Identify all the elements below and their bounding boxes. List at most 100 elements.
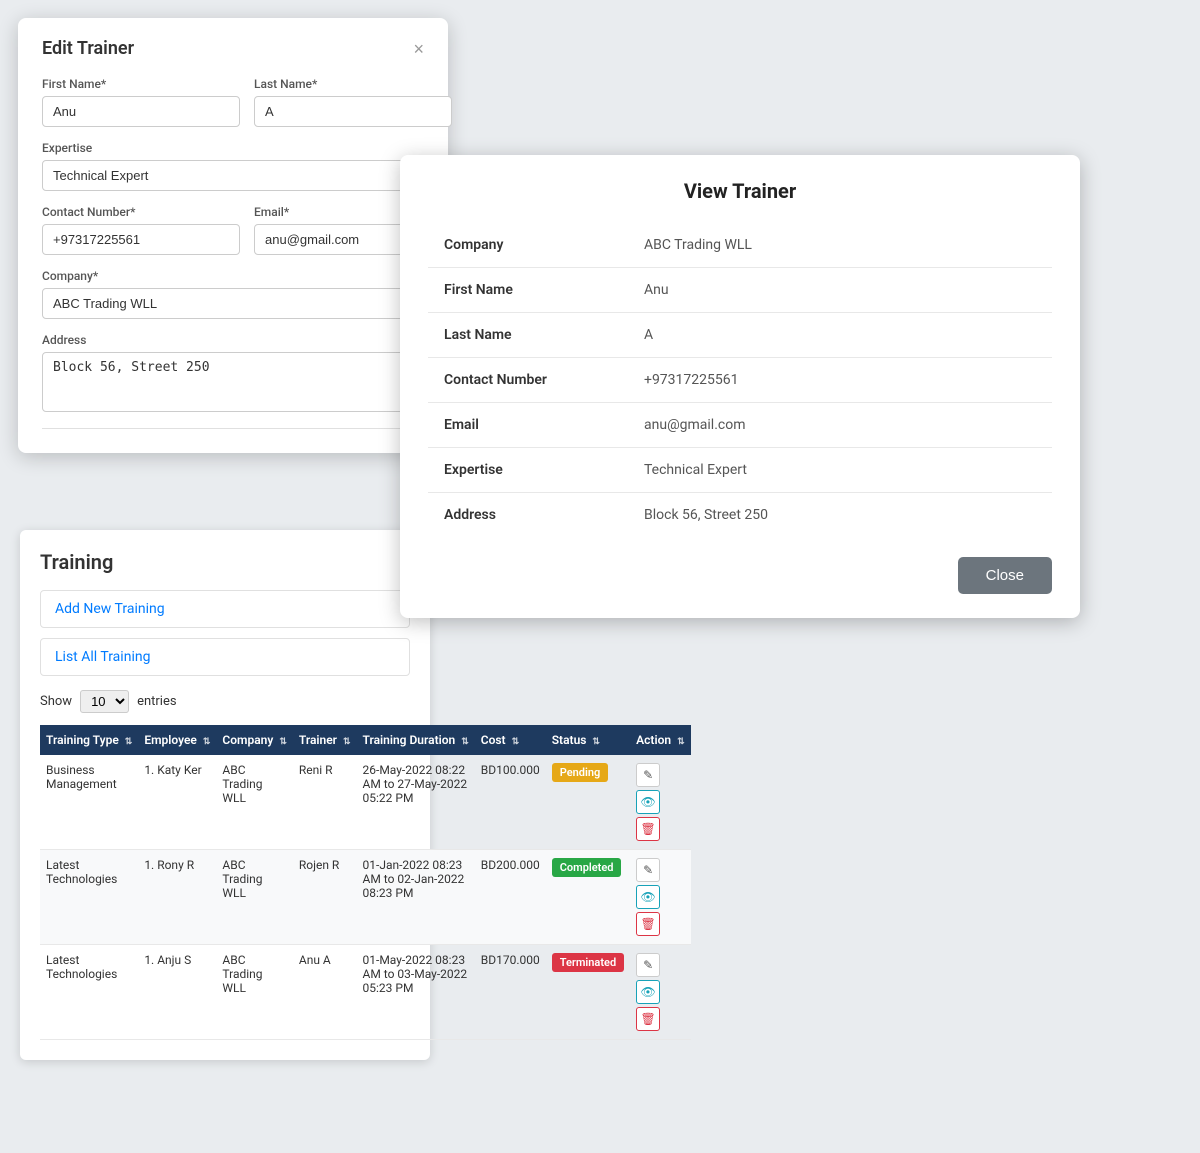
expertise-row: Expertise — [42, 141, 424, 191]
status-badge: Terminated — [552, 953, 624, 972]
expertise-label: Expertise — [42, 141, 424, 155]
cell-status: Completed — [546, 850, 630, 945]
edit-button[interactable]: ✎ — [636, 763, 660, 787]
view-row-label: Expertise — [428, 448, 628, 493]
edit-button[interactable]: ✎ — [636, 858, 660, 882]
last-name-group: Last Name* — [254, 77, 452, 127]
cell-cost: BD170.000 — [475, 945, 546, 1040]
company-group: Company* ABC Trading WLL — [42, 269, 424, 319]
status-badge: Pending — [552, 763, 609, 782]
edit-trainer-modal: Edit Trainer × First Name* Last Name* Ex… — [18, 18, 448, 453]
company-row: Company* ABC Trading WLL — [42, 269, 424, 319]
first-name-group: First Name* — [42, 77, 240, 127]
col-company: Company ⇅ — [216, 725, 292, 755]
delete-button[interactable]: 🗑 — [636, 1007, 660, 1031]
col-employee: Employee ⇅ — [138, 725, 216, 755]
view-table-row: First Name Anu — [428, 268, 1052, 313]
last-name-input[interactable] — [254, 96, 452, 127]
edit-modal-header: Edit Trainer × — [42, 38, 424, 59]
sort-icon-type: ⇅ — [125, 737, 133, 747]
add-new-training-link[interactable]: Add New Training — [40, 590, 410, 628]
delete-button[interactable]: 🗑 — [636, 912, 660, 936]
view-table-row: Company ABC Trading WLL — [428, 223, 1052, 268]
delete-button[interactable]: 🗑 — [636, 817, 660, 841]
contact-label: Contact Number* — [42, 205, 240, 219]
view-row-value: Block 56, Street 250 — [628, 493, 1052, 538]
view-table-row: Address Block 56, Street 250 — [428, 493, 1052, 538]
view-button[interactable]: 👁 — [636, 790, 660, 814]
view-row-value: Technical Expert — [628, 448, 1052, 493]
entries-select[interactable]: 10 25 50 — [80, 690, 129, 713]
expertise-group: Expertise — [42, 141, 424, 191]
show-label: Show — [40, 694, 72, 709]
sort-icon-emp: ⇅ — [203, 737, 211, 747]
view-table-row: Contact Number +97317225561 — [428, 358, 1052, 403]
expertise-input[interactable] — [42, 160, 424, 191]
cell-action: ✎ 👁 🗑 — [630, 945, 690, 1040]
view-trainer-title: View Trainer — [428, 179, 1052, 203]
cell-employee: 1. Katy Ker — [138, 755, 216, 850]
col-trainer: Trainer ⇅ — [293, 725, 357, 755]
view-table-row: Last Name A — [428, 313, 1052, 358]
cell-employee: 1. Anju S — [138, 945, 216, 1040]
address-row: Address Block 56, Street 250 — [42, 333, 424, 412]
company-select-wrapper: ABC Trading WLL — [42, 288, 424, 319]
cell-duration: 26-May-2022 08:22 AM to 27-May-2022 05:2… — [357, 755, 475, 850]
view-row-label: First Name — [428, 268, 628, 313]
cell-action: ✎ 👁 🗑 — [630, 850, 690, 945]
cell-trainer: Rojen R — [293, 850, 357, 945]
cell-status: Terminated — [546, 945, 630, 1040]
cell-duration: 01-May-2022 08:23 AM to 03-May-2022 05:2… — [357, 945, 475, 1040]
view-button[interactable]: 👁 — [636, 980, 660, 1004]
edit-modal-close-button[interactable]: × — [413, 40, 424, 58]
contact-email-row: Contact Number* Email* — [42, 205, 424, 255]
edit-button[interactable]: ✎ — [636, 953, 660, 977]
view-table-row: Expertise Technical Expert — [428, 448, 1052, 493]
action-buttons: ✎ 👁 🗑 — [636, 953, 684, 1031]
status-badge: Completed — [552, 858, 622, 877]
first-name-label: First Name* — [42, 77, 240, 91]
cell-company: ABC Trading WLL — [216, 850, 292, 945]
training-panel: Training Add New Training List All Train… — [20, 530, 430, 1060]
col-cost: Cost ⇅ — [475, 725, 546, 755]
cell-action: ✎ 👁 🗑 — [630, 755, 690, 850]
show-entries-row: Show 10 25 50 entries — [40, 690, 410, 713]
view-row-value: Anu — [628, 268, 1052, 313]
sort-icon-action: ⇅ — [677, 737, 685, 747]
cell-cost: BD200.000 — [475, 850, 546, 945]
sort-icon-cost: ⇅ — [512, 737, 520, 747]
view-row-value: ABC Trading WLL — [628, 223, 1052, 268]
cell-status: Pending — [546, 755, 630, 850]
first-name-input[interactable] — [42, 96, 240, 127]
col-duration: Training Duration ⇅ — [357, 725, 475, 755]
view-row-value: A — [628, 313, 1052, 358]
action-buttons: ✎ 👁 🗑 — [636, 858, 684, 936]
view-row-label: Contact Number — [428, 358, 628, 403]
list-all-type: Training — [100, 649, 150, 665]
col-status: Status ⇅ — [546, 725, 630, 755]
col-training-type: Training Type ⇅ — [40, 725, 138, 755]
view-close-button[interactable]: Close — [958, 557, 1052, 594]
list-all-training-link[interactable]: List All Training — [40, 638, 410, 676]
view-table-row: Email anu@gmail.com — [428, 403, 1052, 448]
training-table-small: Training Type ⇅ Employee ⇅ Company ⇅ Tra… — [40, 725, 691, 1040]
view-close-row: Close — [428, 557, 1052, 594]
contact-input[interactable] — [42, 224, 240, 255]
col-action: Action ⇅ — [630, 725, 690, 755]
cell-training-type: Business Management — [40, 755, 138, 850]
contact-group: Contact Number* — [42, 205, 240, 255]
cell-duration: 01-Jan-2022 08:23 AM to 02-Jan-2022 08:2… — [357, 850, 475, 945]
add-new-label: Add New — [55, 601, 111, 617]
view-button[interactable]: 👁 — [636, 885, 660, 909]
sort-icon-comp: ⇅ — [279, 737, 287, 747]
company-select[interactable]: ABC Trading WLL — [42, 288, 424, 319]
edit-modal-title: Edit Trainer — [42, 38, 134, 59]
address-input[interactable]: Block 56, Street 250 — [42, 352, 424, 412]
list-all-label: List All — [55, 649, 97, 665]
cell-training-type: Latest Technologies — [40, 945, 138, 1040]
table-row: Latest Technologies 1. Rony R ABC Tradin… — [40, 850, 691, 945]
sort-icon-dur: ⇅ — [461, 737, 469, 747]
cell-company: ABC Trading WLL — [216, 755, 292, 850]
table-row: Latest Technologies 1. Anju S ABC Tradin… — [40, 945, 691, 1040]
sort-icon-status: ⇅ — [592, 737, 600, 747]
